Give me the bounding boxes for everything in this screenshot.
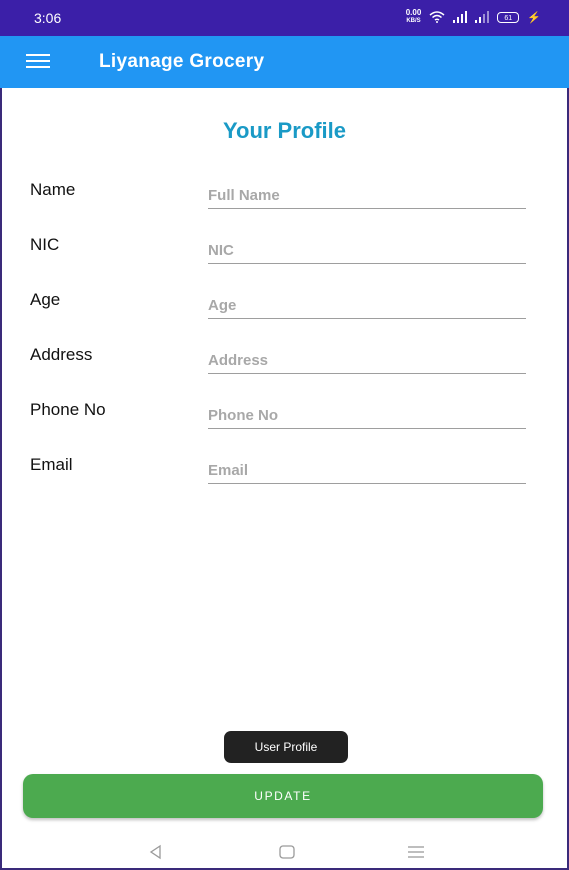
form-row-email: Email: [0, 455, 569, 495]
signal-icon-2: [475, 11, 490, 23]
form-row-phone: Phone No: [0, 400, 569, 440]
status-bar: 3:06 0.00 KB/S 61 ⚡: [0, 0, 569, 36]
update-button[interactable]: UPDATE: [23, 774, 543, 818]
phone-label: Phone No: [30, 400, 106, 419]
app-bar: Liyanage Grocery: [0, 36, 569, 88]
form-row-nic: NIC: [0, 235, 569, 275]
email-input[interactable]: [208, 457, 526, 484]
network-speed-value: 0.00: [405, 8, 422, 17]
phone-input[interactable]: [208, 402, 526, 429]
page-title: Your Profile: [222, 118, 347, 143]
name-input[interactable]: [208, 182, 526, 209]
charging-icon: ⚡: [527, 11, 541, 24]
age-label: Age: [30, 290, 61, 309]
network-speed-unit: KB/S: [406, 18, 421, 24]
app-title: Liyanage Grocery: [99, 51, 265, 72]
address-input[interactable]: [208, 347, 526, 374]
form-row-address: Address: [0, 345, 569, 385]
form-row-age: Age: [0, 290, 569, 330]
back-icon[interactable]: [146, 842, 166, 862]
recent-apps-icon[interactable]: [406, 842, 426, 862]
form-row-name: Name: [0, 180, 569, 220]
battery-icon: 61: [497, 11, 520, 23]
email-label: Email: [30, 455, 73, 474]
nic-input[interactable]: [208, 237, 526, 264]
signal-icon-1: [453, 11, 468, 23]
status-icons: 0.00 KB/S 61 ⚡: [406, 9, 541, 25]
address-label: Address: [30, 345, 93, 364]
age-input[interactable]: [208, 292, 526, 319]
wifi-icon: [429, 11, 445, 23]
home-icon[interactable]: [277, 842, 297, 862]
hamburger-menu-icon[interactable]: [26, 54, 50, 68]
name-label: Name: [30, 180, 76, 199]
status-time: 3:06: [34, 10, 62, 26]
toast-message: User Profile: [224, 731, 348, 763]
nic-label: NIC: [30, 235, 60, 254]
system-nav-bar: [0, 832, 569, 870]
network-speed: 0.00 KB/S: [406, 9, 422, 25]
